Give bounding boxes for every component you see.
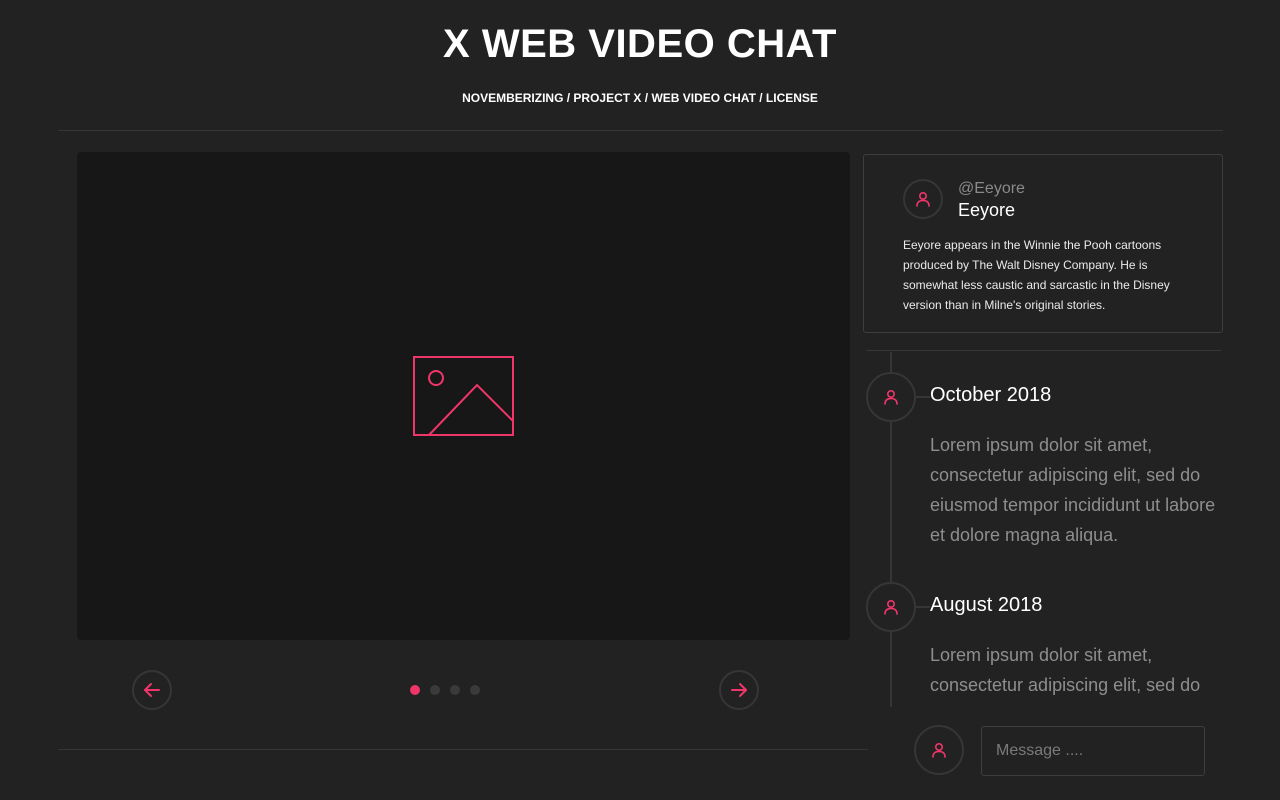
arrow-right-icon — [731, 683, 747, 697]
user-icon — [884, 389, 898, 405]
timeline-connector — [916, 606, 930, 608]
previous-slide-button[interactable] — [132, 670, 172, 710]
timeline-date: August 2018 — [930, 594, 1043, 616]
carousel-indicators — [410, 685, 480, 695]
profile-handle: @Eeyore — [958, 180, 1025, 197]
avatar[interactable] — [866, 372, 916, 422]
avatar[interactable] — [866, 582, 916, 632]
breadcrumb-separator: / — [755, 91, 766, 105]
user-icon — [932, 742, 946, 758]
page-title: X WEB VIDEO CHAT — [443, 22, 837, 66]
profile-card: @Eeyore Eeyore Eeyore appears in the Win… — [863, 154, 1223, 333]
timeline-text: Lorem ipsum dolor sit amet, consectetur … — [930, 645, 1215, 707]
arrow-left-icon — [144, 683, 160, 697]
breadcrumb-link-license[interactable]: LICENSE — [766, 91, 818, 105]
composer-avatar[interactable] — [914, 725, 964, 775]
carousel-dot[interactable] — [450, 685, 460, 695]
next-slide-button[interactable] — [719, 670, 759, 710]
breadcrumb-separator: / — [641, 91, 652, 105]
carousel-dot[interactable] — [470, 685, 480, 695]
header-divider — [58, 130, 1223, 131]
profile-name: Eeyore — [958, 200, 1016, 220]
carousel-dot[interactable] — [430, 685, 440, 695]
breadcrumb: NOVEMBERIZING / PROJECT X / WEB VIDEO CH… — [0, 91, 1280, 105]
footer-divider — [58, 749, 868, 750]
profile-divider — [866, 350, 1221, 351]
breadcrumb-link-project-x[interactable]: PROJECT X — [573, 91, 641, 105]
carousel-dot[interactable] — [410, 685, 420, 695]
profile-bio: Eeyore appears in the Winnie the Pooh ca… — [903, 238, 1170, 312]
image-placeholder-icon — [413, 356, 514, 436]
timeline[interactable]: October 2018 Lorem ipsum dolor sit amet,… — [860, 352, 1230, 707]
user-icon — [916, 191, 930, 207]
breadcrumb-link-novemberizing[interactable]: NOVEMBERIZING — [462, 91, 563, 105]
breadcrumb-separator: / — [563, 91, 574, 105]
message-input[interactable] — [981, 726, 1205, 776]
avatar[interactable] — [903, 179, 943, 219]
breadcrumb-link-web-video-chat[interactable]: WEB VIDEO CHAT — [651, 91, 755, 105]
timeline-text: Lorem ipsum dolor sit amet, consectetur … — [930, 435, 1216, 545]
timeline-date: October 2018 — [930, 384, 1052, 406]
user-icon — [884, 599, 898, 615]
timeline-connector — [916, 396, 930, 398]
